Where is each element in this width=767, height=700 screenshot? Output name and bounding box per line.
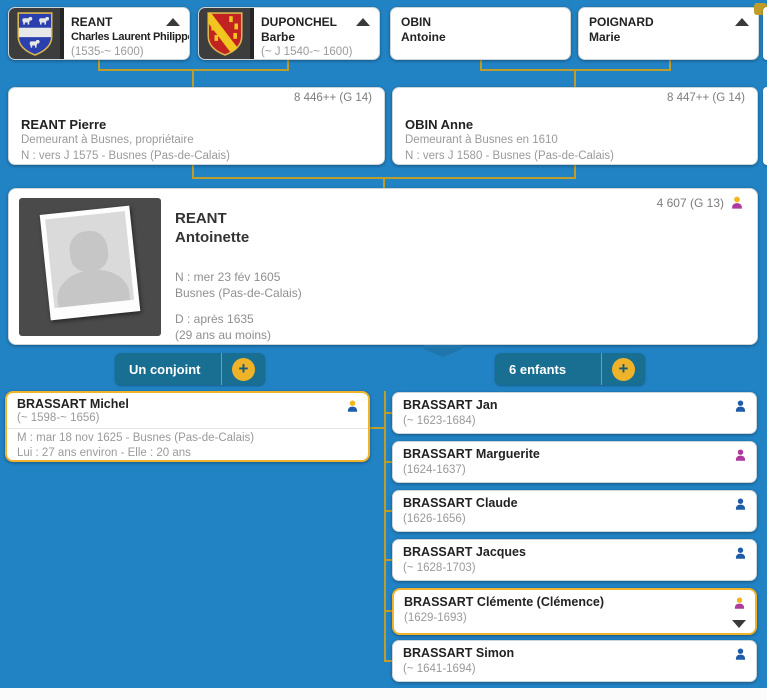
child-name: BRASSART Simon	[403, 646, 515, 660]
child-name: BRASSART Claude	[403, 496, 518, 510]
connector-line	[574, 69, 576, 88]
child-name: BRASSART Jan	[403, 398, 498, 412]
union-tab	[424, 345, 462, 357]
person-male-sosa-icon	[347, 400, 358, 412]
connector-line	[384, 391, 386, 662]
child-card-1[interactable]: BRASSART Jan (~ 1623-1684)	[392, 392, 757, 434]
occupation: Demeurant à Busnes en 1610	[405, 134, 558, 146]
person-female-sosa-icon	[734, 597, 745, 609]
connector-line	[370, 427, 384, 429]
coat-of-arms-duponchel	[199, 8, 254, 59]
dates: (1535-~ 1600)	[71, 46, 144, 58]
family-tree-canvas: REANT Charles Laurent Philippe (1535-~ 1…	[0, 0, 767, 700]
card-reant-charles[interactable]: REANT Charles Laurent Philippe (1535-~ 1…	[8, 7, 190, 60]
collapse-arrow-icon[interactable]	[166, 18, 180, 26]
occupation: Demeurant à Busnes, propriétaire	[21, 134, 194, 146]
child-dates: (1626-1656)	[403, 513, 466, 525]
person-name: OBIN Anne	[405, 117, 474, 132]
spouse-button-label: Un conjoint	[129, 361, 201, 377]
child-name: BRASSART Clémente (Clémence)	[404, 595, 605, 609]
child-card-5-selected[interactable]: BRASSART Clémente (Clémence) (1629-1693)	[392, 588, 757, 635]
given-name: Barbe	[261, 30, 296, 44]
given-name: Charles Laurent Philippe	[71, 31, 190, 43]
sosa-number: 8 447++ (G 14)	[667, 92, 745, 104]
cutoff-card-sliver	[763, 7, 767, 60]
card-poignard-marie[interactable]: POIGNARD Marie	[578, 7, 759, 60]
death-note: (29 ans au moins)	[175, 328, 272, 342]
dates: (~ J 1540-~ 1600)	[261, 46, 353, 58]
main-given-name: Antoinette	[175, 229, 250, 246]
children-button-label: 6 enfants	[509, 361, 567, 377]
spouse-name: BRASSART Michel	[17, 397, 129, 411]
person-female-sosa-icon	[732, 196, 742, 209]
spouse-dates: (~ 1598-~ 1656)	[17, 412, 100, 424]
coat-of-arms-reant	[9, 8, 64, 59]
footer-strip	[0, 688, 767, 700]
child-name: BRASSART Marguerite	[403, 447, 540, 461]
cutoff-card-sliver	[763, 87, 767, 165]
child-dates: (~ 1641-1694)	[403, 663, 476, 675]
child-dates: (1624-1637)	[403, 464, 466, 476]
card-obin-anne[interactable]: 8 447++ (G 14) OBIN Anne Demeurant à Bus…	[392, 87, 758, 165]
surname: OBIN	[401, 15, 431, 29]
photo-placeholder	[19, 198, 161, 336]
death-info: D : avant 1630 - Busnes (Pas-de-Calais)	[21, 164, 372, 165]
child-card-3[interactable]: BRASSART Claude (1626-1656)	[392, 490, 757, 532]
person-male-icon	[735, 498, 746, 510]
child-name: BRASSART Jacques	[403, 545, 526, 559]
add-child-segment[interactable]: +	[601, 353, 645, 385]
birth-info: N : vers J 1575 - Busnes (Pas-de-Calais)	[21, 149, 230, 162]
sosa-number: 8 446++ (G 14)	[294, 92, 372, 104]
card-reant-pierre[interactable]: 8 446++ (G 14) REANT Pierre Demeurant à …	[8, 87, 385, 165]
person-name: REANT Pierre	[21, 117, 107, 132]
child-dates: (~ 1628-1703)	[403, 562, 476, 574]
plus-icon[interactable]: +	[232, 357, 255, 381]
person-male-icon	[735, 648, 746, 660]
plus-icon[interactable]: +	[612, 357, 635, 381]
child-card-4[interactable]: BRASSART Jacques (~ 1628-1703)	[392, 539, 757, 581]
polaroid-frame	[39, 205, 141, 321]
connector-line	[383, 177, 385, 188]
given-name: Marie	[589, 30, 621, 44]
collapse-arrow-icon[interactable]	[735, 18, 749, 26]
connector-line	[192, 69, 194, 88]
person-female-icon	[735, 449, 746, 461]
given-name: Antoine	[401, 30, 446, 44]
death-date: D : après 1635	[175, 312, 254, 326]
spouse-card[interactable]: BRASSART Michel (~ 1598-~ 1656) M : mar …	[5, 391, 370, 462]
sosa-number: 4 607 (G 13)	[656, 196, 724, 210]
person-male-icon	[735, 547, 746, 559]
main-surname: REANT	[175, 210, 227, 227]
death-info: D : 1610 - Busnes (Pas-de-Calais)	[405, 164, 745, 165]
child-card-2[interactable]: BRASSART Marguerite (1624-1637)	[392, 441, 757, 483]
person-male-icon	[735, 400, 746, 412]
card-duponchel-barbe[interactable]: DUPONCHEL Barbe (~ J 1540-~ 1600)	[198, 7, 380, 60]
collapse-arrow-icon[interactable]	[356, 18, 370, 26]
spouse-toggle-button[interactable]: Un conjoint +	[115, 353, 265, 385]
birth-info: N : vers J 1580 - Busnes (Pas-de-Calais)	[405, 149, 614, 162]
expand-arrow-icon[interactable]	[732, 620, 746, 628]
main-person-card[interactable]: 4 607 (G 13) REANT Antoinette N : mer 23…	[8, 188, 758, 345]
birth-date: N : mer 23 fév 1605	[175, 270, 281, 284]
child-dates: (~ 1623-1684)	[403, 415, 476, 427]
children-toggle-button[interactable]: 6 enfants +	[495, 353, 645, 385]
child-card-6[interactable]: BRASSART Simon (~ 1641-1694)	[392, 640, 757, 682]
add-spouse-segment[interactable]: +	[221, 353, 265, 385]
marriage-ages: Lui : 27 ans environ - Elle : 20 ans	[17, 446, 191, 459]
marriage-info: M : mar 18 nov 1625 - Busnes (Pas-de-Cal…	[17, 432, 255, 444]
child-dates: (1629-1693)	[404, 612, 467, 624]
birth-place: Busnes (Pas-de-Calais)	[175, 286, 302, 300]
card-obin-antoine[interactable]: OBIN Antoine	[390, 7, 571, 60]
surname: POIGNARD	[589, 15, 654, 29]
